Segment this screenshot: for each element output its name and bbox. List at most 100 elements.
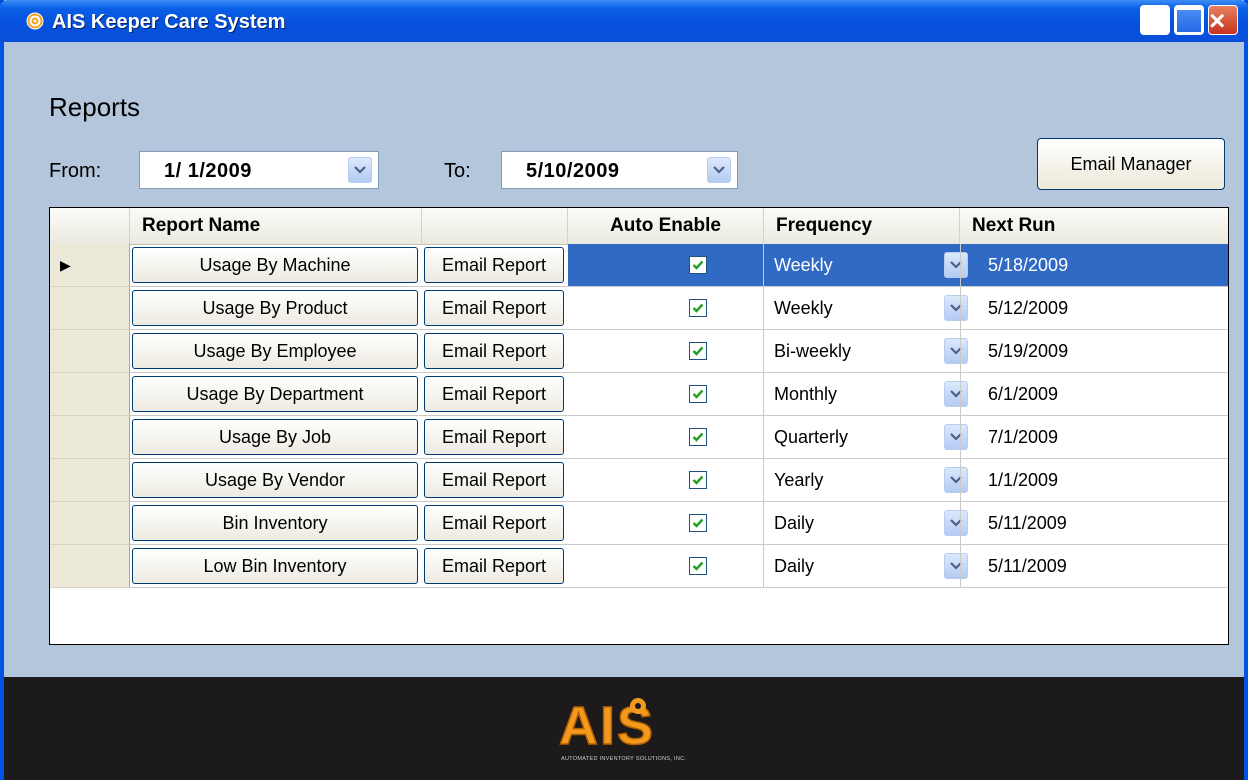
row-selector[interactable] bbox=[50, 502, 130, 545]
app-window: AIS Keeper Care System × Reports From: 1… bbox=[0, 0, 1248, 780]
row-selector[interactable] bbox=[50, 459, 130, 502]
row-selector[interactable] bbox=[50, 545, 130, 588]
email-report-button[interactable]: Email Report bbox=[424, 462, 564, 498]
svg-text:AUTOMATED INVENTORY SOLUTIONS,: AUTOMATED INVENTORY SOLUTIONS, INC. bbox=[561, 756, 686, 762]
report-name-button[interactable]: Bin Inventory bbox=[132, 505, 418, 541]
frequency-value: Daily bbox=[774, 556, 815, 576]
close-button[interactable]: × bbox=[1208, 5, 1238, 36]
frequency-dropdown-button[interactable] bbox=[944, 510, 968, 536]
report-name-button[interactable]: Usage By Department bbox=[132, 376, 418, 412]
dropdown-arrow-icon bbox=[354, 166, 366, 174]
close-icon: × bbox=[1209, 5, 1226, 36]
row-cells: Weekly 5/12/2009 bbox=[568, 287, 1228, 329]
maximize-icon bbox=[1175, 6, 1203, 34]
table-row[interactable]: Usage By Product Email Report Weekly 5/12/2… bbox=[50, 287, 1228, 330]
checkbox-check-icon bbox=[692, 561, 704, 571]
auto-enable-checkbox[interactable] bbox=[689, 514, 707, 532]
frequency-dropdown-button[interactable] bbox=[944, 424, 968, 450]
checkbox-check-icon bbox=[692, 303, 704, 313]
auto-enable-checkbox[interactable] bbox=[689, 471, 707, 489]
email-report-button[interactable]: Email Report bbox=[424, 376, 564, 412]
row-cells: Yearly 1/1/2009 bbox=[568, 459, 1228, 501]
next-run-value: 5/12/2009 bbox=[988, 298, 1069, 318]
auto-enable-checkbox[interactable] bbox=[689, 428, 707, 446]
frequency-value: Weekly bbox=[774, 298, 833, 318]
to-date-picker[interactable]: 5/10/2009 bbox=[501, 151, 738, 189]
table-row[interactable]: Usage By Job Email Report Quarterly 7/1/200… bbox=[50, 416, 1228, 459]
report-name-button[interactable]: Usage By Vendor bbox=[132, 462, 418, 498]
table-row[interactable]: Bin Inventory Email Report Daily 5/11/2009 bbox=[50, 502, 1228, 545]
row-cells: Monthly 6/1/2009 bbox=[568, 373, 1228, 415]
footer-banner: AIS AUTOMATED INVENTORY SOLUTIONS, INC. bbox=[4, 677, 1244, 780]
checkbox-check-icon bbox=[692, 260, 704, 270]
email-report-button[interactable]: Email Report bbox=[424, 247, 564, 283]
next-run-value: 5/18/2009 bbox=[988, 255, 1069, 275]
to-date-dropdown-button[interactable] bbox=[707, 157, 731, 183]
header-frequency[interactable]: Frequency bbox=[764, 208, 960, 244]
header-next-run[interactable]: Next Run bbox=[960, 208, 1228, 244]
auto-enable-checkbox[interactable] bbox=[689, 557, 707, 575]
report-name-button[interactable]: Usage By Machine bbox=[132, 247, 418, 283]
frequency-dropdown-button[interactable] bbox=[944, 252, 968, 278]
table-row[interactable]: Usage By Vendor Email Report Yearly 1/1/200… bbox=[50, 459, 1228, 502]
next-run-value: 5/11/2009 bbox=[988, 513, 1067, 533]
table-row[interactable]: Low Bin Inventory Email Report Daily 5/11/2… bbox=[50, 545, 1228, 588]
report-name-button[interactable]: Usage By Product bbox=[132, 290, 418, 326]
ais-logo: AIS AUTOMATED INVENTORY SOLUTIONS, INC. bbox=[558, 695, 686, 762]
next-run-value: 7/1/2009 bbox=[988, 427, 1059, 447]
table-row[interactable]: Usage By Employee Email Report Bi-weekly 5/… bbox=[50, 330, 1228, 373]
dropdown-arrow-icon bbox=[713, 166, 725, 174]
email-report-button[interactable]: Email Report bbox=[424, 548, 564, 584]
email-report-button[interactable]: Email Report bbox=[424, 419, 564, 455]
minimize-icon bbox=[1141, 6, 1169, 34]
header-auto-enable[interactable]: Auto Enable bbox=[568, 208, 764, 244]
checkbox-check-icon bbox=[692, 518, 704, 528]
checkbox-check-icon bbox=[692, 389, 704, 399]
title-bar[interactable]: AIS Keeper Care System × bbox=[0, 0, 1248, 42]
header-report-name[interactable]: Report Name bbox=[130, 208, 422, 244]
report-name-button[interactable]: Usage By Employee bbox=[132, 333, 418, 369]
table-row[interactable]: ▶ Usage By Machine Email Report Weekly 5/18/… bbox=[50, 244, 1228, 287]
frequency-dropdown-button[interactable] bbox=[944, 295, 968, 321]
frequency-dropdown-button[interactable] bbox=[944, 467, 968, 493]
table-row[interactable]: Usage By Department Email Report Monthly 6/… bbox=[50, 373, 1228, 416]
from-date-picker[interactable]: 1/ 1/2009 bbox=[139, 151, 379, 189]
row-selector[interactable]: ▶ bbox=[50, 244, 130, 287]
row-selector[interactable] bbox=[50, 287, 130, 330]
row-cells: Quarterly 7/1/2009 bbox=[568, 416, 1228, 458]
window-title: AIS Keeper Care System bbox=[52, 11, 286, 33]
maximize-button[interactable] bbox=[1174, 5, 1204, 35]
email-report-button[interactable]: Email Report bbox=[424, 505, 564, 541]
from-date-dropdown-button[interactable] bbox=[348, 157, 372, 183]
row-cells: Bi-weekly 5/19/2009 bbox=[568, 330, 1228, 372]
frequency-dropdown-button[interactable] bbox=[944, 338, 968, 364]
auto-enable-checkbox[interactable] bbox=[689, 342, 707, 360]
next-run-value: 6/1/2009 bbox=[988, 384, 1059, 404]
auto-enable-checkbox[interactable] bbox=[689, 299, 707, 317]
frequency-dropdown-button[interactable] bbox=[944, 553, 968, 579]
email-report-button[interactable]: Email Report bbox=[424, 290, 564, 326]
frequency-dropdown-button[interactable] bbox=[944, 381, 968, 407]
row-selector[interactable] bbox=[50, 373, 130, 416]
row-selector[interactable] bbox=[50, 416, 130, 459]
report-name-button[interactable]: Low Bin Inventory bbox=[132, 548, 418, 584]
report-name-button[interactable]: Usage By Job bbox=[132, 419, 418, 455]
email-report-button[interactable]: Email Report bbox=[424, 333, 564, 369]
to-label: To: bbox=[444, 160, 471, 182]
grid-header: Report Name Auto Enable Frequency Next R… bbox=[50, 208, 1228, 245]
email-manager-button[interactable]: Email Manager bbox=[1037, 138, 1225, 190]
frequency-value: Yearly bbox=[774, 470, 824, 490]
from-date-value: 1/ 1/2009 bbox=[164, 160, 252, 182]
next-run-value: 5/19/2009 bbox=[988, 341, 1069, 361]
next-run-value: 1/1/2009 bbox=[988, 470, 1059, 490]
row-selector[interactable] bbox=[50, 330, 130, 373]
auto-enable-checkbox[interactable] bbox=[689, 256, 707, 274]
checkbox-check-icon bbox=[692, 432, 704, 442]
auto-enable-checkbox[interactable] bbox=[689, 385, 707, 403]
frequency-value: Quarterly bbox=[774, 427, 849, 447]
to-date-value: 5/10/2009 bbox=[526, 160, 620, 182]
header-email[interactable] bbox=[422, 208, 568, 244]
from-label: From: bbox=[49, 160, 102, 182]
checkbox-check-icon bbox=[692, 475, 704, 485]
minimize-button[interactable] bbox=[1140, 5, 1170, 35]
